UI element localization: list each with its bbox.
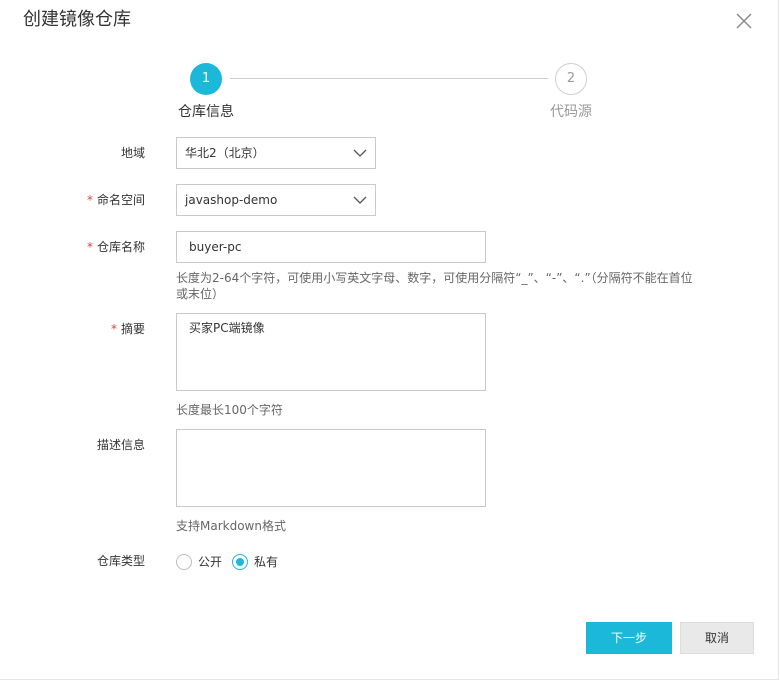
dialog-title: 创建镜像仓库	[23, 9, 131, 30]
repo-type-private-radio[interactable]: 私有	[232, 553, 278, 571]
description-label: 描述信息	[96, 438, 145, 452]
chevron-down-icon	[353, 149, 367, 157]
radio-unchecked-icon	[176, 554, 192, 570]
radio-checked-icon	[232, 554, 248, 570]
repo-name-label: * 仓库名称	[86, 240, 145, 254]
step-1-label: 仓库信息	[178, 104, 234, 120]
summary-help: 长度最长100个字符	[176, 403, 283, 417]
namespace-select-value: javashop-demo	[185, 193, 278, 207]
step-2-indicator: 2	[555, 63, 587, 95]
summary-label: * 摘要	[110, 322, 145, 336]
region-select-value: 华北2（北京）	[185, 146, 265, 160]
repo-name-input[interactable]: buyer-pc	[176, 231, 486, 263]
repo-type-label: 仓库类型	[96, 554, 145, 568]
repo-name-help: 长度为2-64个字符，可使用小写英文字母、数字，可使用分隔符“_”、“-”、“.…	[176, 271, 693, 301]
description-help: 支持Markdown格式	[176, 519, 286, 533]
region-label: 地域	[120, 146, 145, 160]
repo-type-public-radio[interactable]: 公开	[176, 553, 222, 571]
step-connector	[230, 78, 548, 79]
close-icon[interactable]	[734, 11, 754, 31]
required-mark: *	[86, 193, 93, 207]
required-mark: *	[110, 322, 117, 336]
namespace-label: * 命名空间	[86, 193, 145, 207]
step-2-label: 代码源	[550, 104, 592, 120]
next-button[interactable]: 下一步	[586, 622, 672, 654]
required-mark: *	[86, 240, 93, 254]
step-1-indicator: 1	[190, 63, 222, 95]
description-textarea[interactable]	[176, 429, 486, 507]
chevron-down-icon	[353, 196, 367, 204]
create-repo-dialog: 创建镜像仓库 1 2 仓库信息 代码源 地域 华北2（北京） * 命名空间 jav…	[0, 0, 779, 680]
summary-textarea[interactable]: 买家PC端镜像	[176, 313, 486, 391]
region-select[interactable]: 华北2（北京）	[176, 137, 376, 169]
namespace-select[interactable]: javashop-demo	[176, 184, 376, 216]
cancel-button[interactable]: 取消	[680, 622, 754, 654]
